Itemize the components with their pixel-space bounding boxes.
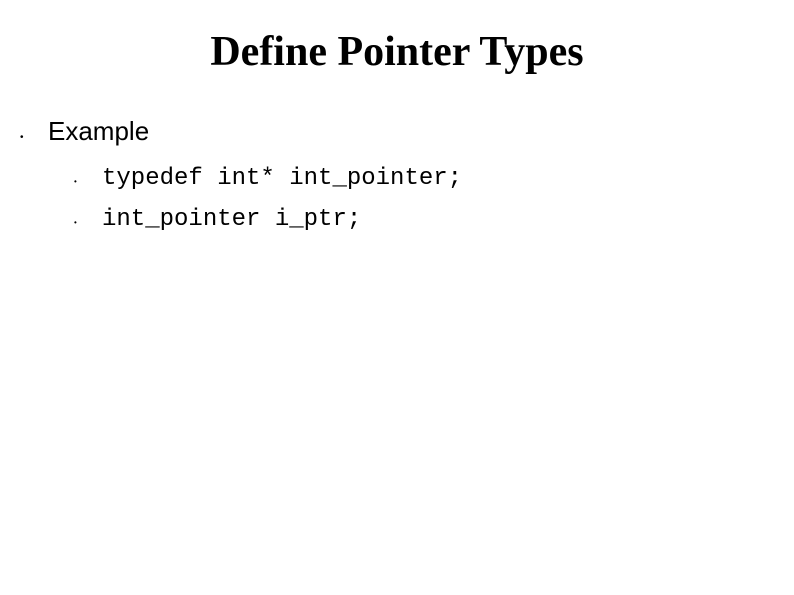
bullet-icon: • (74, 171, 102, 186)
section-label: Example (48, 116, 149, 147)
bullet-icon: • (74, 212, 102, 227)
bullet-icon: • (20, 126, 48, 143)
sub-list: • typedef int* int_pointer; • int_pointe… (20, 165, 794, 233)
slide-title: Define Pointer Types (0, 0, 794, 116)
code-line: typedef int* int_pointer; (102, 165, 462, 192)
slide-content: • Example • typedef int* int_pointer; • … (0, 116, 794, 233)
list-item: • typedef int* int_pointer; (74, 165, 794, 192)
list-item: • int_pointer i_ptr; (74, 206, 794, 233)
code-line: int_pointer i_ptr; (102, 206, 361, 233)
list-item: • Example (20, 116, 794, 147)
